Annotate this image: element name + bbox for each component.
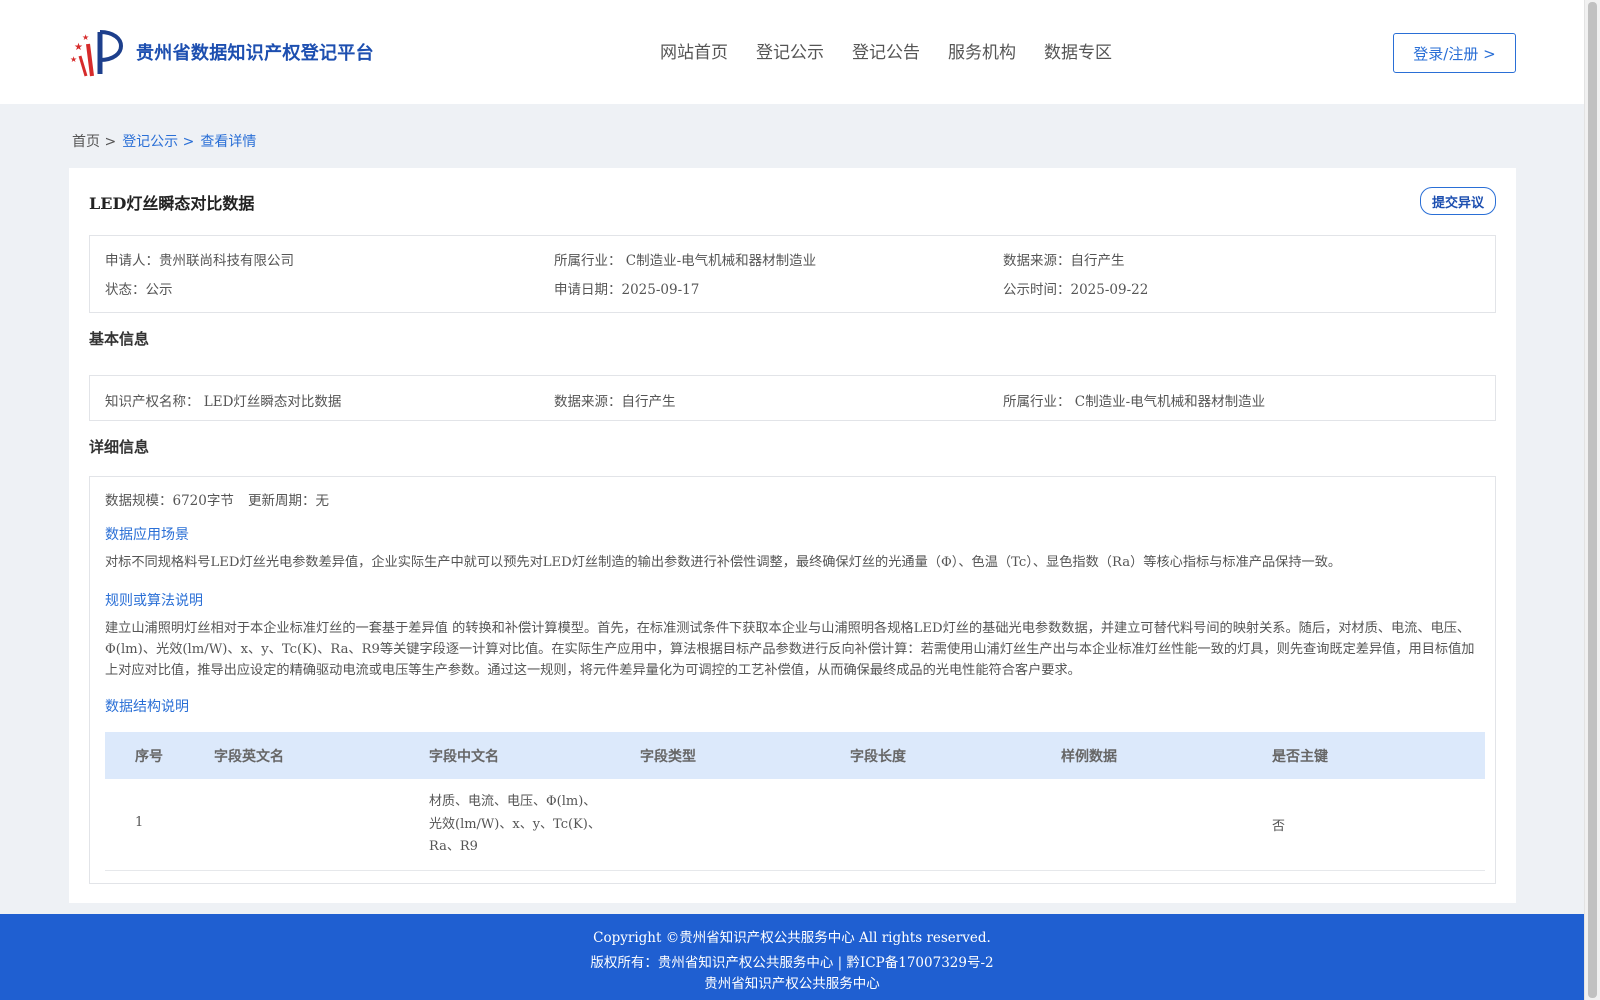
column-header-english-name: 字段英文名 bbox=[214, 749, 284, 765]
basic-info-heading: 基本信息 bbox=[89, 330, 150, 348]
application-scenario-heading: 数据应用场景 bbox=[105, 527, 189, 543]
svg-text:★: ★ bbox=[70, 55, 77, 64]
applicant-field: 申请人：贵州联尚科技有限公司 bbox=[105, 253, 294, 269]
site-header: ★ ★ ★ 贵州省数据知识产权登记平台 网站首页 登记公示 登记公告 服务机构 … bbox=[0, 0, 1584, 104]
publish-date-field: 公示时间：2025-09-22 bbox=[1003, 282, 1149, 298]
column-header-index: 序号 bbox=[135, 749, 163, 765]
breadcrumb-registration-publicity[interactable]: 登记公示 > bbox=[122, 131, 194, 151]
record-title: LED灯丝瞬态对比数据 bbox=[89, 194, 255, 213]
basic-data-source-field: 数据来源：自行产生 bbox=[554, 394, 676, 410]
record-meta-box: 申请人：贵州联尚科技有限公司 所属行业： C制造业-电气机械和器材制造业 数据来… bbox=[89, 235, 1496, 313]
column-header-field-length: 字段长度 bbox=[850, 749, 906, 765]
column-header-primary-key: 是否主键 bbox=[1272, 749, 1328, 765]
site-footer: Copyright ©贵州省知识产权公共服务中心 All rights rese… bbox=[0, 914, 1584, 1000]
row-primary-key: 否 bbox=[1272, 819, 1286, 834]
row-chinese-name: 材质、电流、电压、Φ(lm)、 光效(lm/W)、x、y、Tc(K)、 Ra、R… bbox=[429, 791, 601, 859]
row-chinese-name-line: 光效(lm/W)、x、y、Tc(K)、 bbox=[429, 816, 601, 832]
submit-objection-button[interactable]: 提交异议 bbox=[1420, 187, 1496, 215]
scrollbar-thumb[interactable] bbox=[1588, 2, 1597, 998]
ip-name-field: 知识产权名称： LED灯丝瞬态对比数据 bbox=[105, 394, 342, 410]
column-header-chinese-name: 字段中文名 bbox=[429, 749, 499, 765]
status-field: 状态：公示 bbox=[105, 282, 173, 298]
industry-field: 所属行业： C制造业-电气机械和器材制造业 bbox=[554, 253, 817, 269]
apply-date-field: 申请日期：2025-09-17 bbox=[554, 282, 700, 298]
breadcrumb: 首页 > 登记公示 > 查看详情 bbox=[72, 131, 256, 151]
rule-algorithm-text: 建立山浦照明灯丝相对于本企业标准灯丝的一套基于差异值 的转换和补偿计算模型。首先… bbox=[105, 621, 1475, 678]
svg-text:★: ★ bbox=[74, 42, 83, 53]
login-register-button[interactable]: 登录/注册 > bbox=[1393, 33, 1516, 73]
svg-text:★: ★ bbox=[82, 33, 89, 42]
row-chinese-name-line: Ra、R9 bbox=[429, 839, 478, 854]
application-scenario-text: 对标不同规格料号LED灯丝光电参数差异值，企业实际生产中就可以预先对LED灯丝制… bbox=[105, 555, 1342, 570]
nav-registration-announcement[interactable]: 登记公告 bbox=[852, 38, 920, 63]
detail-info-heading: 详细信息 bbox=[89, 438, 150, 456]
breadcrumb-home[interactable]: 首页 > bbox=[72, 131, 116, 151]
nav-registration-publicity[interactable]: 登记公示 bbox=[756, 38, 824, 63]
basic-industry-field: 所属行业： C制造业-电气机械和器材制造业 bbox=[1003, 394, 1266, 410]
detail-info-box: 数据规模：6720字节 更新周期：无 数据应用场景 对标不同规格料号LED灯丝光… bbox=[89, 476, 1496, 884]
table-row: 1 材质、电流、电压、Φ(lm)、 光效(lm/W)、x、y、Tc(K)、 Ra… bbox=[105, 779, 1485, 871]
basic-info-box: 知识产权名称： LED灯丝瞬态对比数据 数据来源：自行产生 所属行业： C制造业… bbox=[89, 375, 1496, 421]
footer-owner: 版权所有：贵州省知识产权公共服务中心 | 黔ICP备17007329号-2 bbox=[590, 955, 994, 971]
column-header-sample-data: 样例数据 bbox=[1061, 749, 1117, 765]
site-logo[interactable]: ★ ★ ★ 贵州省数据知识产权登记平台 bbox=[70, 26, 374, 78]
page-scrollbar[interactable] bbox=[1584, 0, 1600, 1000]
rule-algorithm-heading: 规则或算法说明 bbox=[105, 593, 203, 609]
detail-card: LED灯丝瞬态对比数据 提交异议 申请人：贵州联尚科技有限公司 所属行业： C制… bbox=[69, 168, 1516, 903]
site-title: 贵州省数据知识产权登记平台 bbox=[136, 43, 374, 64]
data-scale-field: 数据规模：6720字节 bbox=[105, 493, 234, 509]
data-structure-heading: 数据结构说明 bbox=[105, 699, 189, 715]
data-source-field: 数据来源：自行产生 bbox=[1003, 253, 1125, 269]
breadcrumb-current[interactable]: 查看详情 bbox=[200, 131, 256, 151]
main-nav: 网站首页 登记公示 登记公告 服务机构 数据专区 bbox=[660, 38, 1140, 63]
nav-data-zone[interactable]: 数据专区 bbox=[1044, 38, 1112, 63]
row-chinese-name-line: 材质、电流、电压、Φ(lm)、 bbox=[429, 794, 597, 809]
row-index: 1 bbox=[135, 815, 144, 830]
footer-copyright: Copyright ©贵州省知识产权公共服务中心 All rights rese… bbox=[593, 930, 991, 946]
column-header-field-type: 字段类型 bbox=[640, 749, 696, 765]
nav-service-agencies[interactable]: 服务机构 bbox=[948, 38, 1016, 63]
footer-organization: 贵州省知识产权公共服务中心 bbox=[704, 976, 880, 992]
nav-home[interactable]: 网站首页 bbox=[660, 38, 728, 63]
logo-emblem-icon: ★ ★ ★ bbox=[70, 30, 123, 77]
update-cycle-field: 更新周期：无 bbox=[248, 493, 329, 509]
structure-table-header: 序号 字段英文名 字段中文名 字段类型 字段长度 样例数据 是否主键 bbox=[105, 732, 1485, 779]
